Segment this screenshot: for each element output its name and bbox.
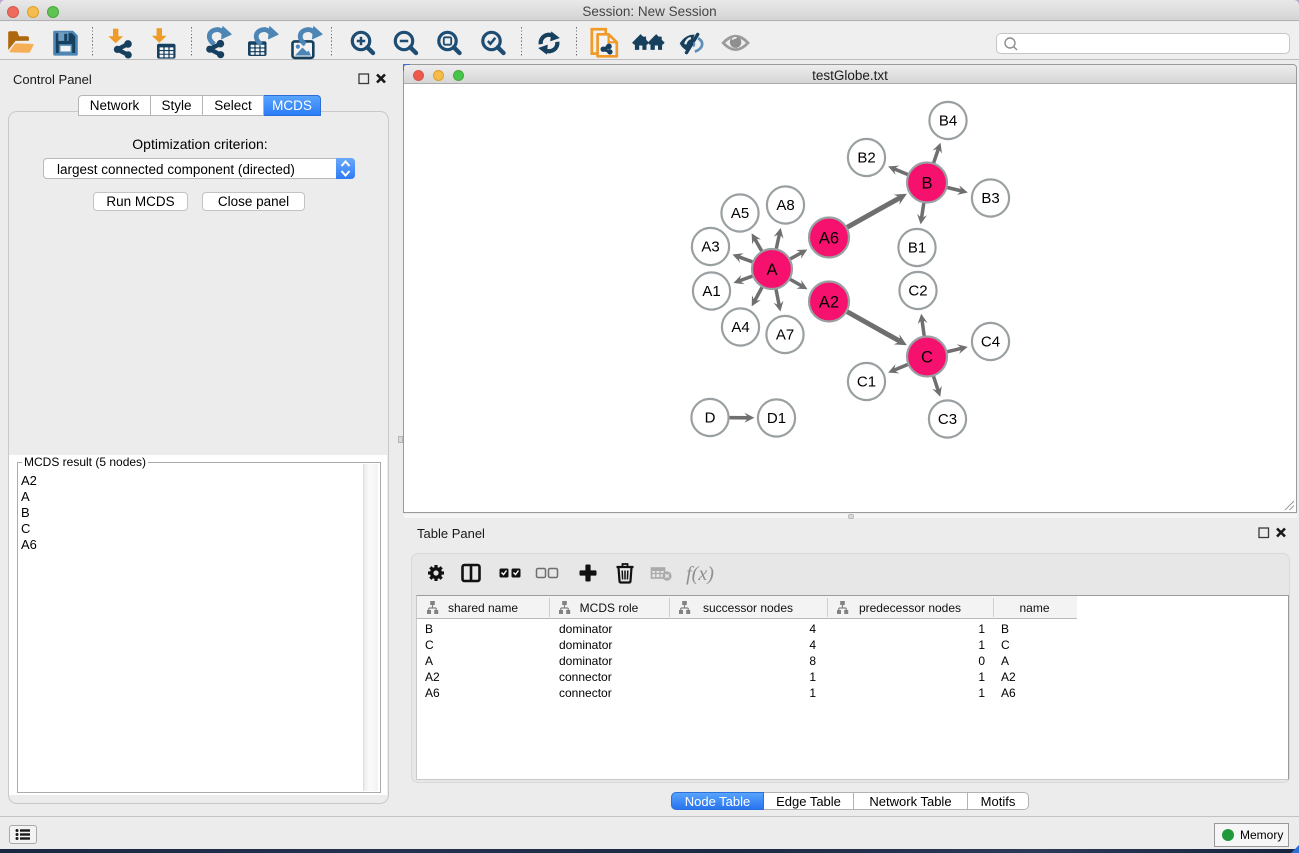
- svg-text:D1: D1: [767, 410, 786, 427]
- svg-text:A6: A6: [819, 229, 839, 247]
- svg-text:C2: C2: [908, 283, 927, 300]
- svg-text:A3: A3: [701, 239, 719, 256]
- svg-text:C: C: [921, 348, 933, 366]
- svg-text:D: D: [705, 410, 716, 427]
- svg-text:A1: A1: [702, 283, 720, 300]
- svg-text:B3: B3: [981, 190, 999, 207]
- svg-text:C4: C4: [981, 334, 1000, 351]
- svg-text:A8: A8: [776, 197, 794, 214]
- svg-text:A5: A5: [731, 205, 749, 222]
- svg-text:A2: A2: [819, 293, 839, 311]
- svg-text:B1: B1: [908, 240, 926, 257]
- svg-text:C1: C1: [857, 374, 876, 391]
- svg-text:B4: B4: [939, 113, 957, 130]
- svg-text:A: A: [766, 261, 777, 279]
- svg-text:A7: A7: [776, 327, 794, 344]
- svg-text:B2: B2: [857, 150, 875, 167]
- svg-text:C3: C3: [938, 411, 957, 428]
- svg-text:B: B: [921, 174, 932, 192]
- svg-text:A4: A4: [731, 319, 749, 336]
